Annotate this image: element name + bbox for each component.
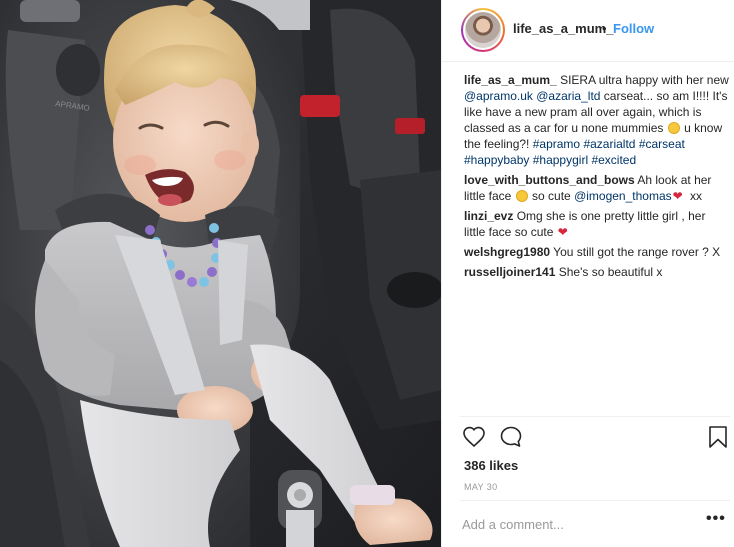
divider (460, 416, 730, 417)
like-button[interactable] (462, 425, 486, 454)
comments-list: life_as_a_mum_ SIERA ultra happy with he… (464, 72, 730, 284)
comment-username[interactable]: love_with_buttons_and_bows (464, 173, 635, 187)
caption-mention[interactable]: @azaria_ltd (536, 89, 600, 103)
comment-username[interactable]: linzi_evz (464, 209, 513, 223)
comment-item: love_with_buttons_and_bows Ah look at he… (464, 172, 730, 204)
hashtag[interactable]: #apramo (533, 137, 580, 151)
grimacing-face-emoji-icon (667, 122, 680, 134)
avatar[interactable] (461, 8, 505, 52)
likes-count[interactable]: 386 likes (464, 458, 518, 473)
heart-outline-icon (463, 426, 485, 448)
post-header: life_as_a_mum_ • Follow (442, 0, 734, 62)
hashtag[interactable]: #azarialtd (583, 137, 635, 151)
comment-text: so cute (528, 189, 575, 203)
comment-text: She's so beautiful x (555, 265, 663, 279)
bookmark-icon (709, 426, 727, 448)
caption: life_as_a_mum_ SIERA ultra happy with he… (464, 72, 730, 168)
heart-emoji-icon (558, 224, 571, 240)
comment-text: xx (686, 189, 702, 203)
speech-bubble-icon (500, 426, 522, 447)
toddler-in-car-seat-image: APRAMO (0, 0, 441, 547)
add-comment-input[interactable] (462, 513, 692, 535)
instagram-post: APRAMO life_as_a_mum_ • Follow life_as_a… (0, 0, 734, 547)
divider (460, 500, 730, 501)
heart-emoji-icon (673, 188, 686, 204)
comment-button[interactable] (499, 425, 523, 454)
caption-text: SIERA ultra happy with her new (556, 73, 729, 87)
post-date[interactable]: MAY 30 (464, 482, 498, 492)
comment-mention[interactable]: @imogen_thomas (574, 189, 672, 203)
save-button[interactable] (707, 425, 729, 454)
more-options-button[interactable]: ••• (706, 510, 726, 528)
follow-button[interactable]: Follow (613, 21, 654, 36)
comment-text: You still got the range rover ? X (550, 245, 721, 259)
post-photo[interactable]: APRAMO (0, 0, 441, 547)
caption-mention[interactable]: @apramo.uk (464, 89, 533, 103)
hashtag[interactable]: #excited (591, 153, 636, 167)
caption-username[interactable]: life_as_a_mum_ (464, 73, 557, 87)
comment-username[interactable]: russelljoiner141 (464, 265, 555, 279)
post-side-panel: life_as_a_mum_ • Follow life_as_a_mum_ S… (441, 0, 734, 547)
header-separator: • (602, 21, 607, 36)
comment-item: russelljoiner141 She's so beautiful x (464, 264, 730, 280)
hashtag[interactable]: #carseat (639, 137, 685, 151)
hashtag[interactable]: #happygirl (533, 153, 588, 167)
hashtag[interactable]: #happybaby (464, 153, 529, 167)
comment-item: welshgreg1980 You still got the range ro… (464, 244, 730, 260)
comment-username[interactable]: welshgreg1980 (464, 245, 550, 259)
author-username[interactable]: life_as_a_mum_ (513, 21, 613, 36)
heart-eyes-emoji-icon (515, 190, 528, 202)
comment-item: linzi_evz Omg she is one pretty little g… (464, 208, 730, 240)
